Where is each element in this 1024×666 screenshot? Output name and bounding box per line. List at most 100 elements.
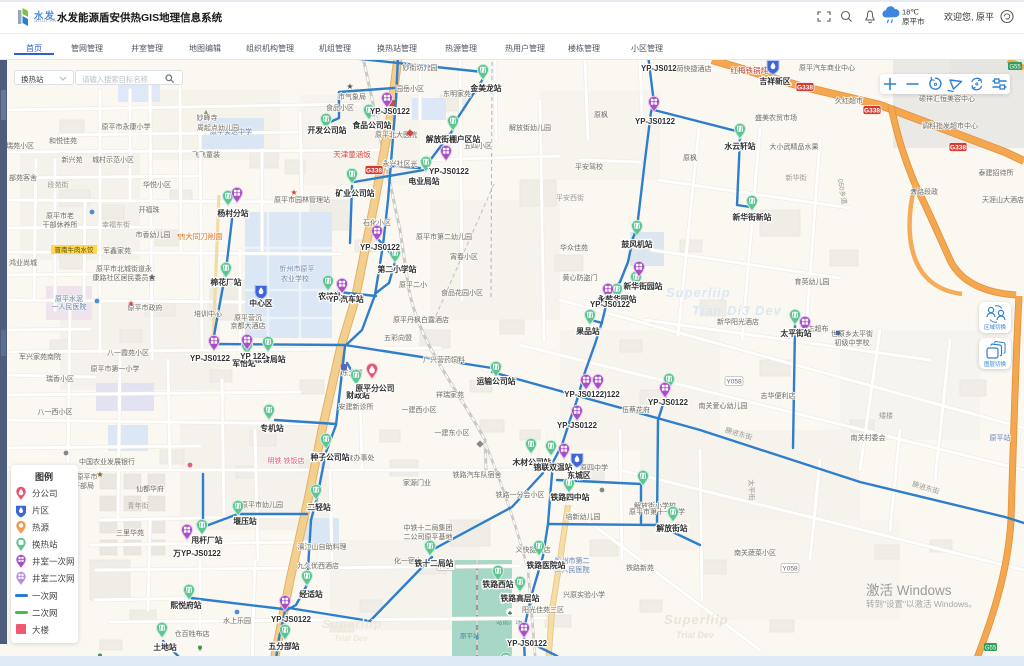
svg-text:原平市园林管理站: 原平市园林管理站	[274, 195, 330, 204]
svg-text:原平汽车商业中心: 原平汽车商业中心	[799, 63, 855, 72]
svg-text:阳光佳苑三区: 阳光佳苑三区	[522, 605, 564, 614]
svg-text:平安驾校: 平安驾校	[575, 162, 603, 171]
svg-text:祥瑞家苑: 祥瑞家苑	[436, 390, 464, 399]
svg-text:YP-JS0122)122: YP-JS0122)122	[564, 390, 620, 399]
svg-text:专机站: 专机站	[260, 423, 284, 433]
svg-text:市香幼儿园: 市香幼儿园	[136, 230, 171, 239]
svg-text:铁路西站: 铁路西站	[482, 579, 513, 589]
svg-text:周起点幼儿园: 周起点幼儿园	[197, 123, 239, 132]
svg-text:原枫: 原枫	[683, 153, 697, 162]
svg-text:★: ★	[346, 82, 353, 91]
svg-text:盛美农贸市场: 盛美农贸市场	[755, 113, 797, 122]
svg-text:经适站: 经适站	[299, 589, 323, 599]
svg-text:井室一次网: 井室一次网	[32, 557, 75, 567]
svg-text:Superliip: Superliip	[664, 612, 729, 627]
svg-text:铁十二局站: 铁十二局站	[415, 558, 454, 568]
svg-text:天涯山大酒店: 天涯山大酒店	[982, 195, 1024, 204]
svg-text:华众佳苑: 华众佳苑	[560, 243, 588, 252]
svg-text:硕祥汇恒美容中心: 硕祥汇恒美容中心	[919, 94, 975, 103]
svg-text:育英幼儿园: 育英幼儿园	[795, 277, 830, 286]
svg-text:解放街棚户区站: 解放街棚户区站	[426, 134, 481, 144]
svg-text:黄心防盗门: 黄心防盗门	[563, 273, 598, 282]
svg-text:康路社区居民委员会: 康路社区居民委员会	[93, 273, 156, 282]
svg-text:G55: G55	[985, 646, 997, 652]
svg-text:原平分公司: 原平分公司	[356, 383, 395, 393]
svg-text:新兴苑: 新兴苑	[62, 155, 83, 164]
svg-text:和悦佳苑: 和悦佳苑	[49, 136, 77, 145]
svg-text:原平市幼儿园: 原平市幼儿园	[241, 500, 283, 509]
svg-text:幸福东街: 幸福东街	[102, 220, 130, 229]
svg-text:棉花厂站: 棉花厂站	[210, 277, 241, 287]
svg-text:仓百姓布店: 仓百姓布店	[175, 629, 210, 638]
svg-text:解放街站: 解放街站	[656, 523, 687, 533]
svg-text:G338: G338	[864, 108, 880, 115]
svg-text:培新幼儿园: 培新幼儿园	[566, 512, 601, 521]
svg-text:Y058: Y058	[782, 566, 798, 573]
svg-text:兴原实验小学: 兴原实验小学	[563, 590, 605, 599]
svg-text:Superliip: Superliip	[666, 285, 731, 300]
svg-text:二次网: 二次网	[32, 608, 58, 618]
svg-text:军鑫家苑: 军鑫家苑	[103, 246, 131, 255]
svg-text:G338: G338	[797, 85, 813, 92]
svg-text:泰建招待所: 泰建招待所	[979, 168, 1014, 177]
svg-text:伍蔡花府: 伍蔡花府	[622, 405, 650, 414]
svg-text:铁路四中站: 铁路四中站	[551, 492, 590, 502]
svg-text:一建东小区: 一建东小区	[435, 428, 470, 437]
svg-text:八一西小区: 八一西小区	[38, 407, 73, 416]
svg-text:G55: G55	[1009, 65, 1021, 71]
svg-text:原平市永康小学: 原平市永康小学	[102, 122, 151, 131]
svg-text:¶¶大同刀削面: ¶¶大同刀削面	[177, 231, 223, 241]
svg-text:三里华苑: 三里华苑	[116, 528, 144, 537]
svg-text:熙悦府站: 熙悦府站	[170, 600, 201, 610]
svg-text:原平站: 原平站	[460, 631, 480, 640]
svg-text:原平丹枫白露酒店: 原平丹枫白露酒店	[393, 315, 449, 324]
svg-text:分公司: 分公司	[32, 489, 58, 499]
svg-text:图例: 图例	[35, 471, 53, 482]
svg-text:原平营沉: 原平营沉	[234, 313, 262, 322]
svg-text:欢迎您, 原平: 欢迎您, 原平	[944, 11, 994, 22]
svg-text:土地站: 土地站	[153, 642, 177, 652]
svg-text:食品小区: 食品小区	[326, 103, 354, 112]
svg-text:初级中学校: 初级中学校	[835, 338, 870, 347]
svg-text:水上乐园: 水上乐园	[223, 616, 251, 625]
svg-text:一次网: 一次网	[32, 591, 58, 601]
svg-text:家源门业: 家源门业	[403, 478, 431, 487]
svg-text:★: ★	[127, 299, 134, 308]
svg-text:东城区: 东城区	[567, 470, 591, 480]
svg-text:明铁 铁饭店: 明铁 铁饭店	[268, 456, 305, 465]
svg-text:水云轩站: 水云轩站	[724, 141, 755, 151]
svg-text:激活 Windows: 激活 Windows	[866, 583, 952, 598]
svg-text:解放街幼儿园: 解放街幼儿园	[509, 123, 551, 132]
svg-text:广兴营药饲料: 广兴营药饲料	[423, 355, 465, 364]
svg-text:果品站: 果品站	[575, 326, 600, 336]
svg-text:培训中心: 培训中心	[194, 309, 222, 318]
svg-text:青年街: 青年街	[128, 501, 149, 510]
svg-text:安建新诊所: 安建新诊所	[339, 402, 374, 411]
svg-text:区域切换: 区域切换	[984, 323, 1007, 331]
svg-text:原平市第一小学: 原平市第一小学	[91, 364, 140, 373]
svg-text:YP 122: YP 122	[240, 352, 266, 361]
svg-text:片区: 片区	[32, 506, 50, 516]
svg-text:开福珠: 开福珠	[139, 205, 160, 214]
svg-text:18℃: 18℃	[902, 8, 919, 17]
svg-text:井室二次网: 井室二次网	[32, 574, 75, 584]
svg-text:热源: 热源	[32, 523, 50, 533]
svg-text:中国农业发展银行: 中国农业发展银行	[79, 457, 135, 466]
svg-text:干部休养所: 干部休养所	[43, 220, 78, 229]
svg-text:G338: G338	[366, 168, 382, 175]
svg-text:G338: G338	[950, 145, 966, 152]
svg-text:Trial Dev: Trial Dev	[676, 630, 715, 640]
svg-text:YP-JS0122: YP-JS0122	[557, 421, 598, 430]
svg-text:★: ★	[148, 273, 155, 282]
svg-text:吉祥新区: 吉祥新区	[759, 76, 790, 86]
svg-text:Y058: Y058	[726, 379, 742, 386]
svg-text:▲: ▲	[203, 109, 210, 116]
svg-text:调料批发超市中心: 调料批发超市中心	[922, 121, 978, 130]
svg-text:军兴家苑南院: 军兴家苑南院	[19, 352, 61, 361]
svg-text:久红超市: 久红超市	[835, 96, 863, 105]
svg-text:瑞香小区: 瑞香小区	[46, 374, 74, 383]
svg-text:原平市北城街道永: 原平市北城街道永	[96, 264, 152, 273]
svg-text:宵春小区: 宵春小区	[450, 252, 478, 261]
svg-text:中铁十二局集团: 中铁十二局集团	[404, 523, 453, 532]
svg-text:♣: ♣	[508, 610, 513, 617]
